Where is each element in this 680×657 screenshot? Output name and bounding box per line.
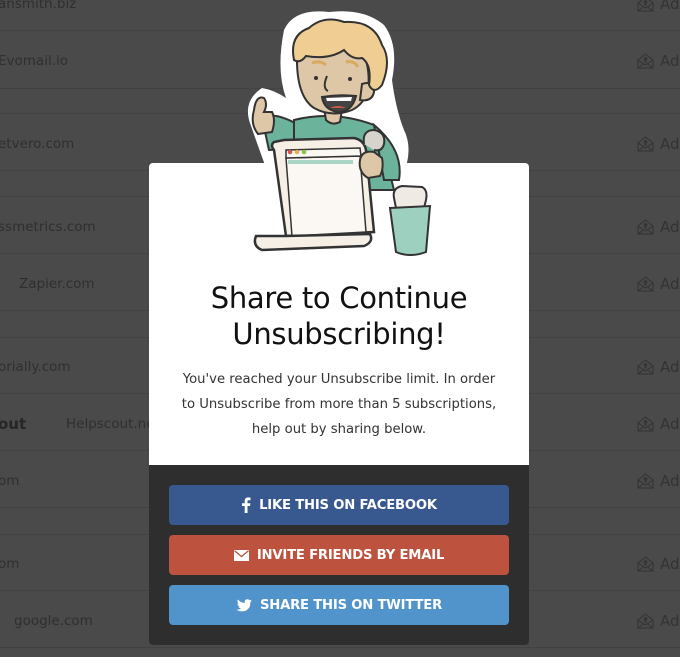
list-item-action-label: Ad bbox=[660, 555, 680, 573]
list-item-action-label: Ad bbox=[660, 612, 680, 630]
list-item-action-label: Ad bbox=[660, 0, 680, 13]
facebook-icon bbox=[242, 497, 251, 513]
list-item-action-label: Ad bbox=[660, 135, 680, 153]
list-item-action[interactable]: Ad bbox=[637, 415, 680, 433]
list-item-action-label: Ad bbox=[660, 52, 680, 70]
twitter-icon bbox=[236, 598, 252, 611]
list-item-domain: ansmith.biz bbox=[0, 0, 77, 12]
twitter-button-label: SHARE THIS ON TWITTER bbox=[259, 597, 443, 613]
list-item-action[interactable]: Ad bbox=[637, 0, 680, 13]
list-item-action[interactable]: Ad bbox=[637, 555, 680, 573]
list-item-action-label: Ad bbox=[660, 358, 680, 376]
list-item-name: out bbox=[0, 415, 27, 433]
list-item-domain: Helpscout.ne bbox=[66, 416, 155, 432]
envelope-upload-icon bbox=[637, 219, 654, 235]
share-modal: Share to Continue Unsubscribing! You've … bbox=[149, 11, 529, 645]
list-item-action-label: Ad bbox=[660, 275, 680, 293]
envelope-icon bbox=[233, 549, 249, 561]
list-item-domain: Zapier.com bbox=[19, 276, 95, 292]
list-item-action-label: Ad bbox=[660, 415, 680, 433]
list-item-action[interactable]: Ad bbox=[637, 358, 680, 376]
list-item-action[interactable]: Ad bbox=[637, 472, 680, 490]
twitter-share-button[interactable]: SHARE THIS ON TWITTER bbox=[169, 585, 509, 625]
modal-description-line: to Unsubscribe from more than 5 subscrip… bbox=[181, 397, 497, 412]
modal-description-line: help out by sharing below. bbox=[251, 422, 427, 437]
list-item-domain: ssmetrics.com bbox=[0, 219, 96, 235]
person-holding-scroll-illustration bbox=[247, 11, 432, 256]
invite-email-button[interactable]: INVITE FRIENDS BY EMAIL bbox=[169, 535, 509, 575]
list-item-domain: Evomail.io bbox=[0, 53, 69, 69]
list-item-action[interactable]: Ad bbox=[637, 52, 680, 70]
list-item-action-label: Ad bbox=[660, 472, 680, 490]
list-item-domain: google.com bbox=[14, 613, 93, 629]
list-item-domain: orially.com bbox=[0, 359, 71, 375]
list-item-action[interactable]: Ad bbox=[637, 218, 680, 236]
facebook-button-label: LIKE THIS ON FACEBOOK bbox=[259, 497, 437, 513]
facebook-like-button[interactable]: LIKE THIS ON FACEBOOK bbox=[169, 485, 509, 525]
envelope-upload-icon bbox=[637, 276, 654, 292]
envelope-upload-icon bbox=[637, 613, 654, 629]
list-item-domain: om bbox=[0, 473, 20, 489]
list-item-action[interactable]: Ad bbox=[637, 612, 680, 630]
envelope-upload-icon bbox=[637, 416, 654, 432]
list-item-action[interactable]: Ad bbox=[637, 275, 680, 293]
modal-description-line: You've reached your Unsubscribe limit. I… bbox=[182, 372, 496, 387]
envelope-upload-icon bbox=[637, 473, 654, 489]
list-item-domain: etvero.com bbox=[0, 136, 75, 152]
envelope-upload-icon bbox=[637, 556, 654, 572]
envelope-upload-icon bbox=[637, 0, 654, 12]
modal-title: Share to Continue Unsubscribing! bbox=[149, 280, 529, 352]
envelope-upload-icon bbox=[637, 53, 654, 69]
envelope-upload-icon bbox=[637, 136, 654, 152]
modal-description: You've reached your Unsubscribe limit. I… bbox=[161, 367, 517, 442]
modal-title-line: Unsubscribing! bbox=[232, 317, 446, 351]
list-item-action[interactable]: Ad bbox=[637, 135, 680, 153]
list-item-domain: om bbox=[0, 556, 20, 572]
envelope-upload-icon bbox=[637, 359, 654, 375]
modal-title-line: Share to Continue bbox=[210, 281, 468, 315]
email-button-label: INVITE FRIENDS BY EMAIL bbox=[256, 547, 445, 563]
list-item-action-label: Ad bbox=[660, 218, 680, 236]
